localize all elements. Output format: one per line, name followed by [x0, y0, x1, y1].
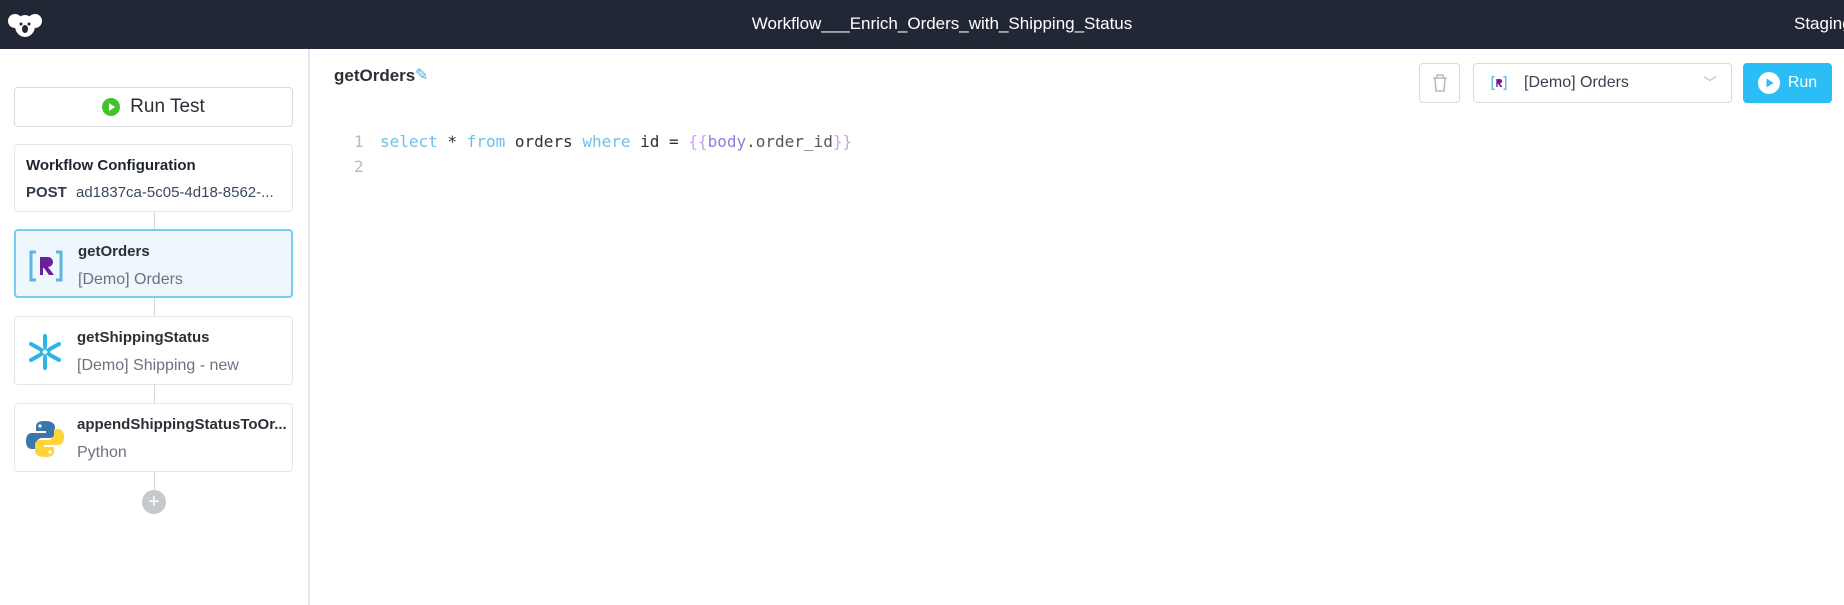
query-editor-panel: getOrders ✎ 1 select * from orders where … — [312, 49, 1844, 605]
line-number: 1 — [354, 132, 364, 151]
chevron-down-icon: ﹀ — [1703, 75, 1717, 91]
resource-select[interactable]: [Demo] Orders ﹀ — [1473, 63, 1732, 103]
step-name: getOrders — [78, 243, 150, 260]
code-line: 1 select * from orders where id = {{body.… — [354, 129, 852, 154]
top-bar: Workflow___Enrich_Orders_with_Shipping_S… — [0, 0, 1844, 49]
python-icon — [26, 421, 64, 457]
play-circle-icon — [1757, 72, 1780, 94]
query-name: getOrders — [334, 66, 416, 85]
step-card-getshippingstatus[interactable]: getShippingStatus [Demo] Shipping - new — [14, 316, 293, 385]
step-resource: [Demo] Orders — [78, 271, 183, 288]
code-token: = — [669, 132, 679, 151]
step-name: appendShippingStatusToOr... — [77, 416, 287, 433]
step-name: getShippingStatus — [77, 329, 210, 346]
connector-line — [154, 385, 155, 403]
workflow-title[interactable]: Workflow___Enrich_Orders_with_Shipping_S… — [0, 14, 1844, 34]
pencil-edit-icon[interactable]: ✎ — [415, 65, 428, 85]
code-token: {{ — [688, 132, 708, 151]
code-token: body — [707, 132, 747, 151]
step-card-appendshippingstatus[interactable]: appendShippingStatusToOr... Python — [14, 403, 293, 472]
endpoint-id: ad1837ca-5c05-4d18-8562-... — [76, 184, 274, 201]
selected-resource: [Demo] Orders — [1524, 74, 1629, 91]
trash-icon — [1432, 74, 1447, 92]
code-token: id — [640, 132, 660, 151]
workflow-configuration-card[interactable]: Workflow Configuration POST ad1837ca-5c0… — [14, 144, 293, 212]
workflow-sidebar: Run Test Workflow Configuration POST ad1… — [0, 49, 310, 605]
run-button[interactable]: Run — [1743, 63, 1832, 103]
run-label: Run — [1787, 74, 1818, 91]
code-editor[interactable]: 1 select * from orders where id = {{body.… — [354, 129, 852, 179]
step-resource: Python — [77, 444, 127, 461]
retool-db-icon — [29, 250, 63, 282]
code-token: * — [447, 132, 458, 151]
delete-button[interactable] — [1419, 63, 1460, 103]
code-token: from — [466, 132, 506, 151]
connector-line — [154, 472, 155, 490]
code-line: 2 — [354, 154, 852, 179]
code-token: .order_id — [746, 132, 833, 151]
http-method: POST — [26, 184, 67, 201]
code-token: select — [380, 132, 438, 151]
retool-db-icon — [1491, 76, 1507, 90]
connector-line — [154, 298, 155, 316]
code-token: orders — [514, 132, 573, 151]
add-step-button[interactable]: + — [142, 490, 166, 514]
line-number: 2 — [354, 157, 364, 176]
environment-label[interactable]: Staging — [1794, 14, 1844, 34]
connector-line — [154, 212, 155, 229]
run-test-button[interactable]: Run Test — [14, 87, 293, 127]
run-test-label: Run Test — [130, 96, 205, 117]
code-token: }} — [832, 132, 853, 151]
config-title: Workflow Configuration — [26, 157, 196, 174]
snowflake-icon — [29, 334, 61, 370]
step-card-getorders[interactable]: getOrders [Demo] Orders — [14, 229, 293, 298]
step-resource: [Demo] Shipping - new — [77, 357, 239, 374]
code-token: where — [582, 132, 631, 151]
play-circle-icon — [102, 98, 121, 116]
